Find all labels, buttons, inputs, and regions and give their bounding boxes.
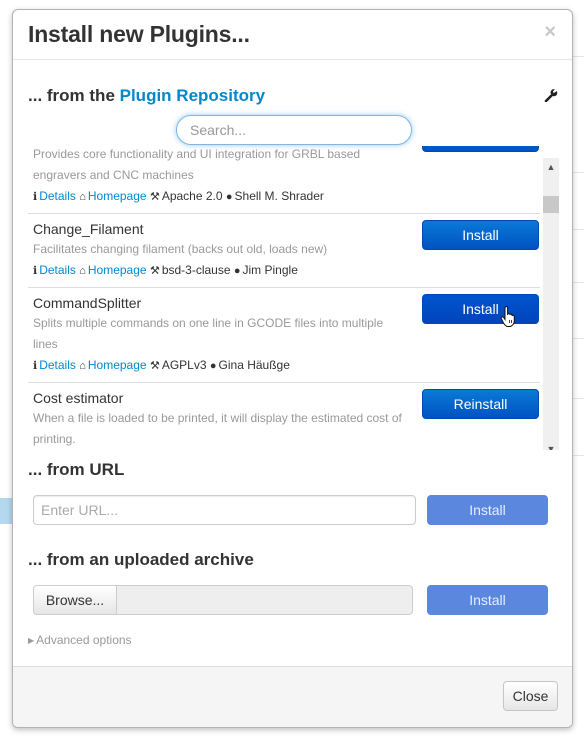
modal-header: Install new Plugins... ×: [13, 10, 572, 60]
user-icon: ●: [225, 191, 233, 203]
modal-footer: Close: [13, 666, 572, 727]
install-button[interactable]: Install: [422, 294, 539, 324]
gavel-icon: ⚒: [149, 360, 160, 372]
gavel-icon: ⚒: [149, 191, 160, 203]
plugin-author: Shell M. Shrader: [234, 189, 324, 203]
reinstall-button[interactable]: Reinstall: [422, 389, 539, 419]
details-link[interactable]: Details: [39, 263, 76, 277]
plugin-description: When a file is loaded to be printed, it …: [33, 411, 402, 446]
close-icon[interactable]: ×: [544, 22, 556, 42]
home-icon: ⌂: [79, 360, 86, 372]
repository-heading: ... from the Plugin Repository: [28, 86, 265, 106]
plugin-description: Facilitates changing filament (backs out…: [33, 242, 328, 256]
plugin-meta: ℹ Details ⌂ Homepage ⚒ Apache 2.0 ● Shell M.…: [33, 186, 540, 207]
plugin-description: Provides core functionality and UI integ…: [33, 147, 361, 182]
modal-title: Install new Plugins...: [28, 21, 250, 47]
home-icon: ⌂: [79, 265, 86, 277]
plugin-list-item: Install Change_Filament Facilitates chan…: [28, 214, 540, 288]
advanced-options-label: Advanced options: [36, 633, 132, 647]
plugin-list-item: Install CommandSplitter Splits multiple …: [28, 288, 540, 383]
browse-button[interactable]: Browse...: [34, 586, 117, 614]
gavel-icon: ⚒: [149, 265, 160, 277]
caret-right-icon: ▶: [28, 636, 35, 645]
plugin-repository-link[interactable]: Plugin Repository: [120, 86, 265, 105]
user-icon: ●: [233, 265, 241, 277]
homepage-link[interactable]: Homepage: [88, 189, 147, 203]
plugin-meta: ℹ Details ⌂ Homepage ⚒ bsd-3-clause ● Jim Pi…: [33, 260, 540, 281]
plugin-license: Apache 2.0: [161, 189, 223, 203]
url-input[interactable]: [33, 495, 416, 525]
from-archive-heading: ... from an uploaded archive: [28, 550, 254, 569]
advanced-options-toggle[interactable]: ▶ Advanced options: [28, 633, 132, 647]
info-icon: ℹ: [33, 360, 38, 372]
repository-heading-prefix: ... from the: [28, 86, 120, 105]
install-button[interactable]: Install: [422, 146, 539, 152]
user-icon: ●: [209, 360, 217, 372]
info-icon: ℹ: [33, 191, 38, 203]
plugin-list-item: Reinstall Cost estimator When a file is …: [28, 383, 540, 450]
hand-cursor-icon: [500, 306, 515, 327]
details-link[interactable]: Details: [39, 189, 76, 203]
plugin-list: Install Provides core functionality and …: [28, 146, 559, 450]
plugin-license: AGPLv3: [161, 358, 207, 372]
scroll-up-icon[interactable]: ▲: [543, 160, 559, 174]
homepage-link[interactable]: Homepage: [88, 358, 147, 372]
install-button[interactable]: Install: [422, 220, 539, 250]
plugin-author: Gina Häußge: [218, 358, 290, 372]
wrench-icon[interactable]: [544, 88, 558, 102]
info-icon: ℹ: [33, 265, 38, 277]
plugin-meta: ℹ Details ⌂ Homepage ⚒ AGPLv3 ● Gina Häußge: [33, 355, 540, 376]
install-plugins-modal: Install new Plugins... × ... from the Pl…: [12, 9, 573, 728]
details-link[interactable]: Details: [39, 358, 76, 372]
home-icon: ⌂: [79, 191, 86, 203]
from-url-heading: ... from URL: [28, 460, 125, 479]
close-button[interactable]: Close: [503, 681, 558, 711]
homepage-link[interactable]: Homepage: [88, 263, 147, 277]
plugin-list-item: Install Provides core functionality and …: [28, 146, 540, 214]
plugin-license: bsd-3-clause: [161, 263, 231, 277]
scrollbar-thumb[interactable]: [543, 196, 559, 213]
plugin-author: Jim Pingle: [242, 263, 298, 277]
plugin-description: Splits multiple commands on one line in …: [33, 316, 384, 351]
install-from-url-button[interactable]: Install: [427, 495, 548, 525]
plugin-search-input[interactable]: [176, 115, 412, 145]
archive-file-input[interactable]: Browse...: [33, 585, 413, 615]
install-from-archive-button[interactable]: Install: [427, 585, 548, 615]
scroll-down-icon[interactable]: ▼: [543, 442, 559, 450]
plugin-list-scrollbar[interactable]: ▲ ▼: [543, 158, 559, 450]
